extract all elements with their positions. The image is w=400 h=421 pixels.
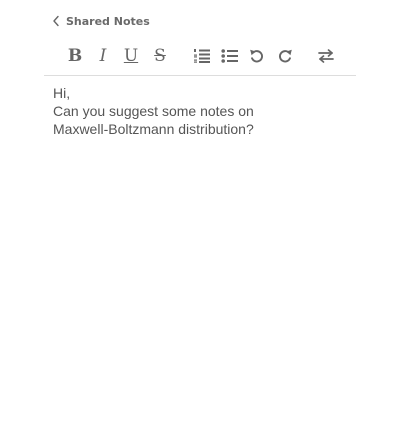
editor-line: Hi,: [53, 85, 71, 101]
italic-icon: I: [99, 46, 107, 66]
notes-editor[interactable]: Hi, Can you suggest some notes on Maxwel…: [53, 84, 353, 138]
ordered-list-button[interactable]: [190, 44, 214, 68]
editor-line: Maxwell-Boltzmann distribution?: [53, 121, 254, 137]
strikethrough-button[interactable]: S: [148, 44, 172, 68]
unordered-list-button[interactable]: [218, 44, 242, 68]
underline-icon: U: [123, 46, 139, 66]
strikethrough-icon: S: [154, 46, 166, 66]
bold-icon: B: [67, 46, 83, 66]
undo-button[interactable]: [245, 44, 269, 68]
bold-button[interactable]: B: [63, 44, 87, 68]
redo-button[interactable]: [273, 44, 297, 68]
chevron-left-icon: [53, 15, 59, 27]
ordered-list-icon: [194, 49, 210, 63]
toolbar-divider: [44, 75, 356, 76]
unordered-list-icon: [221, 49, 238, 63]
redo-icon: [279, 49, 292, 63]
page-title: Shared Notes: [66, 14, 150, 28]
swap-icon: [318, 49, 334, 63]
italic-button[interactable]: I: [91, 44, 115, 68]
formatting-toolbar: B I U S: [60, 44, 350, 68]
undo-icon: [250, 49, 263, 63]
editor-line: Can you suggest some notes on: [53, 103, 254, 119]
notes-header: Shared Notes: [50, 12, 150, 30]
swap-button[interactable]: [314, 44, 338, 68]
back-button[interactable]: [50, 12, 62, 30]
underline-button[interactable]: U: [119, 44, 143, 68]
